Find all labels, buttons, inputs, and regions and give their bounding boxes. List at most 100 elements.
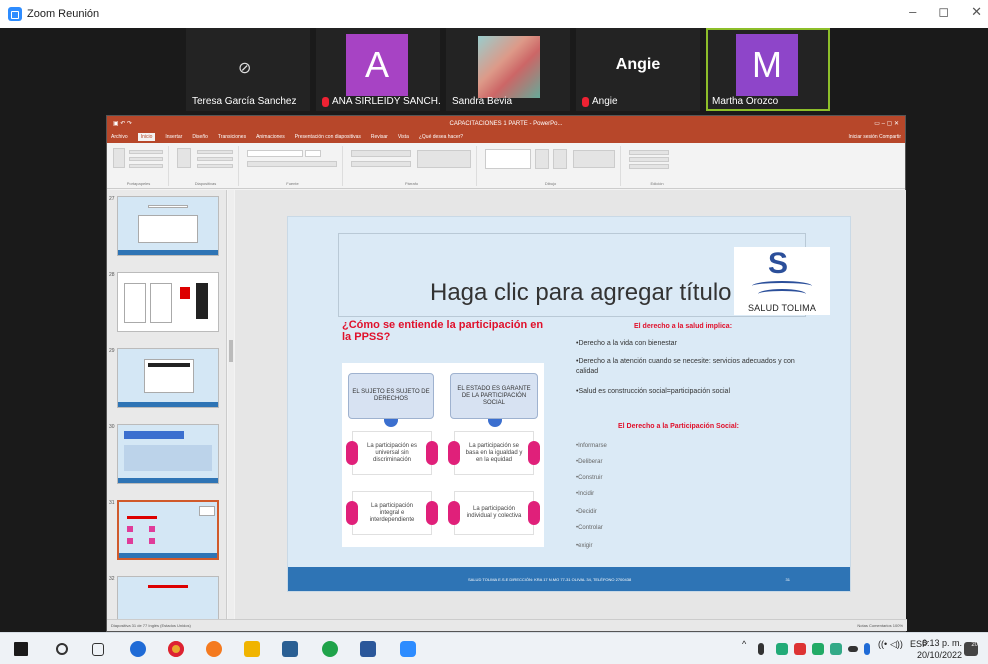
tell-me-search[interactable]: ¿Qué desea hacer?: [419, 134, 463, 140]
file-explorer-icon[interactable]: [244, 641, 260, 657]
wifi-icon[interactable]: ((•: [878, 639, 887, 649]
volume-icon[interactable]: ◁)): [890, 639, 903, 650]
format-painter-button[interactable]: [129, 164, 163, 168]
text-direction-buttons[interactable]: [417, 150, 471, 168]
slide-thumbnail[interactable]: [117, 424, 219, 484]
thumbnail-row: 28: [107, 266, 226, 342]
tab-transiciones[interactable]: Transiciones: [218, 134, 246, 140]
thumb-shape: [150, 283, 172, 323]
avatar: A: [346, 34, 408, 96]
signin-share[interactable]: Iniciar sesión Compartir: [848, 134, 901, 140]
chrome-icon[interactable]: [168, 641, 184, 657]
close-button[interactable]: ✕: [971, 4, 982, 20]
align-buttons[interactable]: [351, 161, 411, 167]
tray-app-icon[interactable]: [812, 643, 824, 655]
shapes-gallery[interactable]: [485, 149, 531, 169]
tab-revisar[interactable]: Revisar: [371, 134, 388, 140]
select-button[interactable]: [629, 164, 669, 169]
font-size-select[interactable]: [305, 150, 321, 157]
tab-diseno[interactable]: Diseño: [192, 134, 208, 140]
font-format-buttons[interactable]: [247, 161, 337, 167]
scroll-thumb[interactable]: [229, 340, 233, 362]
minimize-button[interactable]: –: [909, 4, 916, 20]
slide-thumbnail[interactable]: [117, 196, 219, 256]
thumbnail-scrollbar[interactable]: [228, 190, 234, 620]
footer-text: SALUD TOLIMA E.S.E DIRECCIÓN: KRA 17 N.M…: [468, 576, 632, 582]
slide[interactable]: Haga clic para agregar título S SALUD TO…: [287, 216, 851, 592]
usb-icon[interactable]: [758, 643, 764, 655]
cut-button[interactable]: [129, 150, 163, 154]
participant-photo: [478, 36, 540, 98]
tray-app-icon[interactable]: [830, 643, 842, 655]
bullet-item: •exigir: [576, 543, 593, 549]
tray-chevron-icon[interactable]: ^: [742, 639, 746, 649]
quick-styles-icon[interactable]: [553, 149, 567, 169]
thumbnail-number: 29: [109, 348, 115, 354]
copy-button[interactable]: [129, 157, 163, 161]
find-button[interactable]: [629, 150, 669, 155]
ribbon-group-label: Portapapeles: [126, 181, 151, 186]
slide-title[interactable]: Haga clic para agregar título: [430, 279, 732, 307]
whatsapp-icon[interactable]: [322, 641, 338, 657]
search-icon[interactable]: [56, 643, 68, 655]
slide-thumbnail-selected[interactable]: [117, 500, 219, 560]
new-slide-icon[interactable]: [177, 148, 191, 168]
zoom-app-icon[interactable]: [400, 641, 416, 657]
bullet-item: •Incidir: [576, 491, 595, 497]
ppt-document-title: CAPACITACIONES 1 PARTE - PowerPo...: [449, 120, 563, 127]
question-heading[interactable]: ¿Cómo se entiende la participación en la…: [342, 319, 552, 343]
tab-archivo[interactable]: Archivo: [111, 134, 128, 140]
participant-tile[interactable]: Angie Angie: [576, 28, 700, 111]
windows-start-icon[interactable]: [14, 642, 28, 656]
bullet-item: •Salud es construcción social=participac…: [576, 388, 731, 395]
participant-name: ANA SIRLEIDY SANCH...: [322, 96, 440, 107]
participant-tile[interactable]: A ANA SIRLEIDY SANCH...: [316, 28, 440, 111]
participant-strip: ⊘ Teresa García Sanchez A ANA SIRLEIDY S…: [186, 28, 830, 112]
slide-thumbnail[interactable]: [117, 272, 219, 332]
replace-button[interactable]: [629, 157, 669, 162]
battery-icon[interactable]: [848, 646, 858, 652]
paste-icon[interactable]: [113, 148, 125, 168]
layout-button[interactable]: [197, 150, 233, 154]
section-heading: El derecho a la salud implica:: [634, 323, 733, 330]
tab-presentacion[interactable]: Presentación con diapositivas: [295, 134, 361, 140]
reset-button[interactable]: [197, 157, 233, 161]
ribbon-group: Dibujo: [481, 146, 621, 186]
bluetooth-icon[interactable]: [864, 643, 870, 655]
tab-animaciones[interactable]: Animaciones: [256, 134, 285, 140]
status-view-controls[interactable]: Notas Comentarios 100%: [857, 623, 903, 628]
task-view-icon[interactable]: [92, 643, 104, 656]
participant-tile[interactable]: ⊘ Teresa García Sanchez: [186, 28, 310, 111]
thumb-shape: [149, 526, 155, 532]
thumb-footer: [118, 402, 218, 407]
shape-format-buttons[interactable]: [573, 150, 615, 168]
firefox-icon[interactable]: [206, 641, 222, 657]
connector-shape: [384, 419, 398, 427]
section-button[interactable]: [197, 164, 233, 168]
notification-center-icon[interactable]: 20: [964, 642, 978, 656]
arrange-icon[interactable]: [535, 149, 549, 169]
participant-name: Martha Orozco: [712, 96, 779, 107]
mail-icon[interactable]: [282, 641, 298, 657]
taskbar-clock[interactable]: 6:13 p. m. 20/10/2022: [917, 637, 962, 661]
participant-tile-active[interactable]: M Martha Orozco: [706, 28, 830, 111]
edge-browser-icon[interactable]: [130, 641, 146, 657]
maximize-button[interactable]: ◻: [938, 4, 949, 20]
slide-thumbnail[interactable]: [117, 576, 219, 620]
tray-app-icon[interactable]: [794, 643, 806, 655]
tab-inicio[interactable]: Inicio: [137, 133, 156, 141]
slide-thumbnail[interactable]: [117, 348, 219, 408]
list-buttons[interactable]: [351, 150, 411, 157]
ppt-ribbon-tabs: Archivo Inicio Insertar Diseño Transicio…: [107, 131, 905, 143]
tab-insertar[interactable]: Insertar: [165, 134, 182, 140]
diagram-card: La participación se basa en la igualdad …: [448, 431, 540, 475]
word-icon[interactable]: [360, 641, 376, 657]
avatar: M: [736, 34, 798, 96]
tab-vista[interactable]: Vista: [398, 134, 409, 140]
ribbon-group-label: Diapositivas: [194, 181, 217, 186]
font-name-select[interactable]: [247, 150, 303, 157]
participation-diagram[interactable]: EL SUJETO ES SUJETO DE DERECHOS EL ESTAD…: [342, 363, 544, 547]
tray-app-icon[interactable]: [776, 643, 788, 655]
thumb-shape: [148, 363, 190, 367]
participant-tile[interactable]: Sandra Bevia: [446, 28, 570, 111]
